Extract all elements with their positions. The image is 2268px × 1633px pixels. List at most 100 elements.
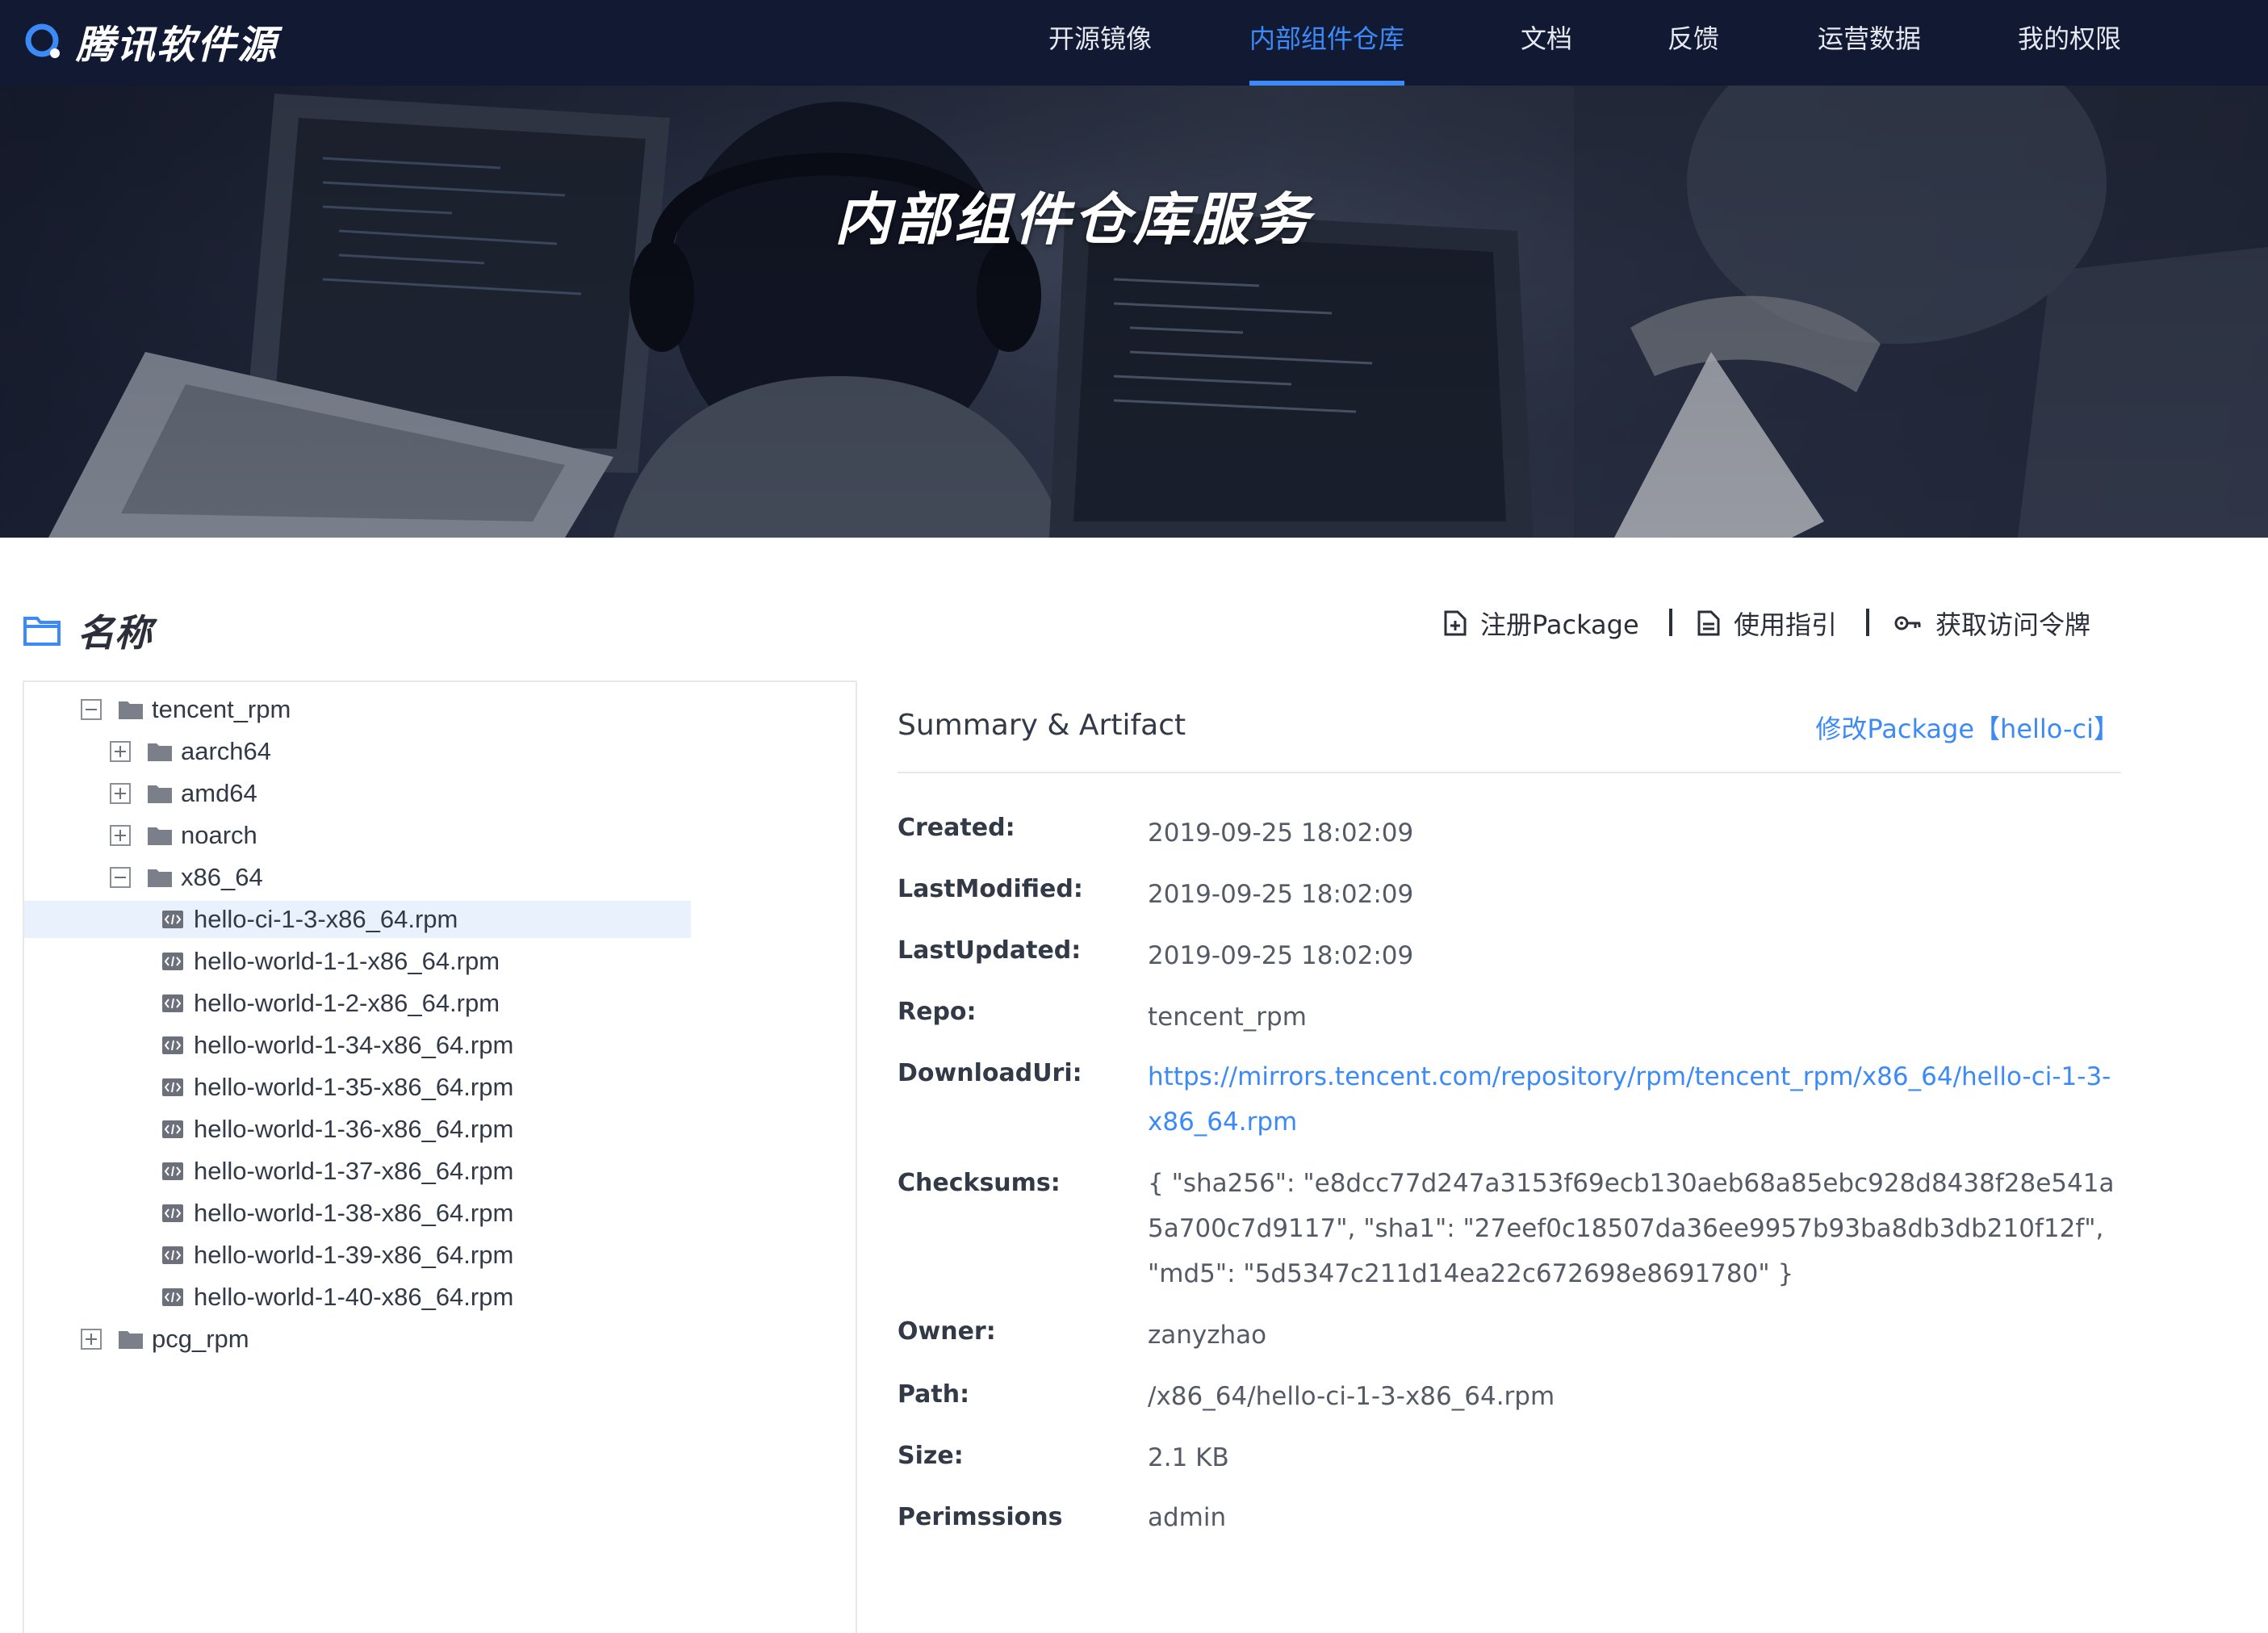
brand-name: 腾讯软件源 xyxy=(76,23,278,68)
section-title: 名称 xyxy=(77,611,152,655)
folder-icon xyxy=(148,785,172,803)
brand-logo[interactable]: 腾讯软件源 xyxy=(23,15,278,68)
tree-file-item[interactable]: hello-world-1-1-x86_64.rpm xyxy=(24,943,691,980)
code-file-icon xyxy=(162,911,183,928)
tree-item-label: hello-world-1-35-x86_64.rpm xyxy=(194,1073,514,1101)
tree-folder-item[interactable]: amd64 xyxy=(110,775,257,812)
prop-value-owner: zanyzhao xyxy=(1148,1321,1267,1350)
tree-folder-item[interactable]: tencent_rpm xyxy=(81,691,291,728)
get-access-token-button[interactable]: 获取访问令牌 xyxy=(1893,601,2090,646)
expand-toggle-icon[interactable] xyxy=(81,1329,102,1350)
register-package-button[interactable]: 注册Package xyxy=(1443,601,1639,646)
document-icon xyxy=(1697,610,1720,636)
tree-item-label: tencent_rpm xyxy=(152,695,291,723)
code-file-icon xyxy=(162,1162,183,1180)
prop-label-size: Size: xyxy=(898,1442,964,1470)
folder-icon xyxy=(148,743,172,761)
prop-value-size: 2.1 KB xyxy=(1148,1443,1229,1472)
tree-item-label: hello-ci-1-3-x86_64.rpm xyxy=(194,905,458,933)
get-access-token-label: 获取访问令牌 xyxy=(1935,609,2091,640)
code-file-icon xyxy=(162,1036,183,1054)
tree-item-label: hello-world-1-39-x86_64.rpm xyxy=(194,1241,514,1269)
package-tree-panel: tencent_rpm aarch64 amd64 noarch x86_64hello… xyxy=(23,680,857,1633)
prop-label-last-modified: LastModified: xyxy=(898,875,1083,903)
hero-background-image xyxy=(0,86,2268,538)
tree-file-item[interactable]: hello-world-1-39-x86_64.rpm xyxy=(24,1237,691,1274)
tree-file-item[interactable]: hello-world-1-38-x86_64.rpm xyxy=(24,1195,691,1232)
code-file-icon xyxy=(162,1246,183,1264)
folder-outline-icon xyxy=(23,617,61,646)
usage-guide-button[interactable]: 使用指引 xyxy=(1697,601,1837,646)
usage-guide-label: 使用指引 xyxy=(1734,609,1838,640)
file-add-icon xyxy=(1444,610,1467,636)
tencent-q-icon xyxy=(25,23,60,58)
collapse-toggle-icon[interactable] xyxy=(81,699,102,720)
download-uri-link[interactable]: https://mirrors.tencent.com/repository/r… xyxy=(1148,1054,2124,1145)
expand-toggle-icon[interactable] xyxy=(110,783,131,804)
tree-file-item[interactable]: hello-ci-1-3-x86_64.rpm xyxy=(24,901,691,938)
tree-folder-item[interactable]: noarch xyxy=(110,817,257,854)
prop-value-repo: tencent_rpm xyxy=(1148,1003,1307,1032)
code-file-icon xyxy=(162,1078,183,1096)
tree-file-item[interactable]: hello-world-1-36-x86_64.rpm xyxy=(24,1111,691,1148)
prop-value-permissions: admin xyxy=(1148,1503,1227,1532)
tree-folder-item[interactable]: pcg_rpm xyxy=(81,1321,249,1358)
nav-my-permissions[interactable]: 我的权限 xyxy=(2018,0,2121,86)
tree-item-label: noarch xyxy=(181,821,257,849)
section-header: 名称 xyxy=(23,604,152,657)
prop-label-permissions: Perimssions xyxy=(898,1503,1063,1531)
hero-title: 内部组件仓库服务 xyxy=(835,186,1312,253)
tree-file-item[interactable]: hello-world-1-37-x86_64.rpm xyxy=(24,1153,691,1190)
tree-file-item[interactable]: hello-world-1-34-x86_64.rpm xyxy=(24,1027,691,1064)
prop-value-created: 2019-09-25 18:02:09 xyxy=(1148,819,1414,848)
expand-toggle-icon[interactable] xyxy=(110,825,131,846)
prop-value-path: /x86_64/hello-ci-1-3-x86_64.rpm xyxy=(1148,1382,1555,1411)
prop-label-repo: Repo: xyxy=(898,998,977,1026)
folder-icon xyxy=(148,827,172,845)
tree-item-label: hello-world-1-2-x86_64.rpm xyxy=(194,989,500,1017)
key-icon xyxy=(1894,616,1921,630)
code-file-icon xyxy=(162,1288,183,1306)
top-navbar: 腾讯软件源 开源镜像 内部组件仓库 文档 反馈 运营数据 我的权限 xyxy=(0,0,2268,86)
expand-toggle-icon[interactable] xyxy=(110,741,131,762)
prop-value-checksums: { "sha256": "e8dcc77d247a3153f69ecb130ae… xyxy=(1148,1169,2115,1288)
prop-value-last-modified: 2019-09-25 18:02:09 xyxy=(1148,880,1414,909)
tree-item-label: pcg_rpm xyxy=(152,1325,249,1353)
nav-operations-data[interactable]: 运营数据 xyxy=(1818,0,1921,86)
tree-item-label: hello-world-1-36-x86_64.rpm xyxy=(194,1115,514,1143)
code-file-icon xyxy=(162,994,183,1012)
edit-package-link[interactable]: 修改Package【hello-ci】 xyxy=(1815,709,2119,746)
tree-item-label: hello-world-1-37-x86_64.rpm xyxy=(194,1157,514,1185)
nav-feedback[interactable]: 反馈 xyxy=(1668,0,1719,86)
tree-folder-item[interactable]: x86_64 xyxy=(110,859,263,896)
nav-internal-repository[interactable]: 内部组件仓库 xyxy=(1249,0,1405,86)
tree-file-item[interactable]: hello-world-1-35-x86_64.rpm xyxy=(24,1069,691,1106)
tree-file-item[interactable]: hello-world-1-2-x86_64.rpm xyxy=(24,985,691,1022)
folder-icon xyxy=(119,1331,143,1349)
code-file-icon xyxy=(162,953,183,970)
detail-title: Summary & Artifact xyxy=(898,709,1186,742)
tree-item-label: hello-world-1-1-x86_64.rpm xyxy=(194,947,500,975)
code-file-icon xyxy=(162,1120,183,1138)
prop-label-path: Path: xyxy=(898,1380,970,1409)
prop-label-checksums: Checksums: xyxy=(898,1169,1061,1197)
tree-item-label: x86_64 xyxy=(181,863,263,891)
code-file-icon xyxy=(162,1204,183,1222)
collapse-toggle-icon[interactable] xyxy=(110,867,131,888)
tree-file-item[interactable]: hello-world-1-40-x86_64.rpm xyxy=(24,1279,691,1316)
nav-open-source-mirror[interactable]: 开源镜像 xyxy=(1048,0,1152,86)
tree-item-label: hello-world-1-40-x86_64.rpm xyxy=(194,1283,514,1311)
folder-icon xyxy=(119,701,143,719)
detail-divider xyxy=(898,772,2121,773)
tree-item-label: hello-world-1-38-x86_64.rpm xyxy=(194,1199,514,1227)
prop-label-last-updated: LastUpdated: xyxy=(898,936,1082,965)
prop-label-created: Created: xyxy=(898,814,1015,842)
tree-item-label: amd64 xyxy=(181,779,257,807)
prop-label-download-uri: DownloadUri: xyxy=(898,1059,1082,1087)
prop-value-last-updated: 2019-09-25 18:02:09 xyxy=(1148,941,1414,970)
register-package-label: 注册Package xyxy=(1480,609,1639,640)
nav-docs[interactable]: 文档 xyxy=(1521,0,1572,86)
hero-banner: 内部组件仓库服务 xyxy=(0,86,2268,538)
tree-folder-item[interactable]: aarch64 xyxy=(110,733,271,770)
action-divider xyxy=(1866,609,1869,636)
